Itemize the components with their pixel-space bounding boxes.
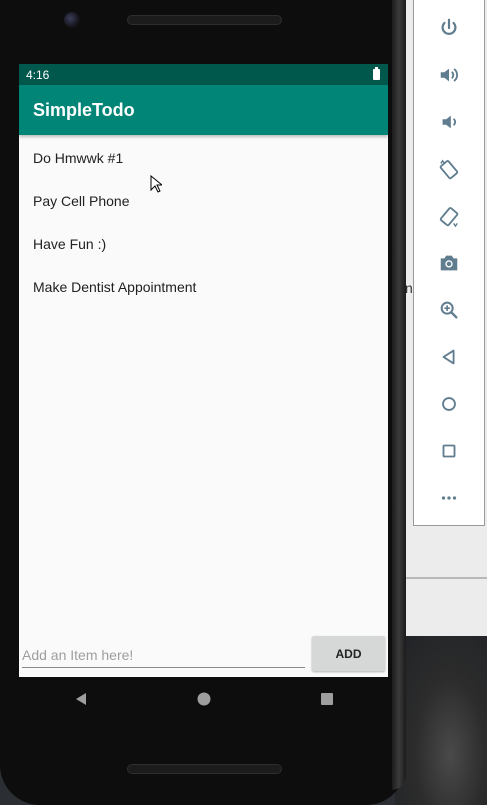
front-camera	[64, 12, 80, 28]
rotate-left-icon	[439, 159, 459, 180]
back-icon	[442, 349, 455, 365]
overview-button[interactable]	[414, 433, 484, 469]
camera-icon	[440, 255, 458, 271]
mouse-cursor-icon	[150, 175, 162, 193]
phone-frame: 4:16 SimpleTodo Do Hmwwk #1 Pay Cell Pho…	[0, 0, 406, 805]
nav-back-button[interactable]	[61, 679, 101, 719]
add-button[interactable]: ADD	[312, 636, 385, 671]
zoom-icon	[440, 301, 458, 319]
todo-list: Do Hmwwk #1 Pay Cell Phone Have Fun :) M…	[19, 135, 388, 308]
list-item-label: Do Hmwwk #1	[33, 149, 124, 166]
status-time: 4:16	[26, 67, 50, 82]
nav-recents-icon	[320, 693, 333, 705]
screenshot-button[interactable]	[414, 245, 484, 281]
nav-back-icon	[75, 693, 86, 705]
power-button[interactable]	[414, 10, 484, 46]
overview-icon	[442, 444, 456, 458]
list-item[interactable]: Make Dentist Appointment	[19, 265, 388, 308]
android-nav-bar	[19, 677, 388, 721]
volume-up-button[interactable]	[414, 57, 484, 93]
nav-home-button[interactable]	[184, 679, 224, 719]
more-button[interactable]	[414, 480, 484, 516]
nav-home-icon	[197, 692, 210, 706]
status-bar: 4:16	[19, 64, 388, 85]
list-item[interactable]: Pay Cell Phone	[19, 179, 388, 222]
list-item-label: Make Dentist Appointment	[33, 278, 197, 295]
desktop-wallpaper	[395, 636, 487, 805]
phone-screen: 4:16 SimpleTodo Do Hmwwk #1 Pay Cell Pho…	[19, 64, 388, 677]
back-button[interactable]	[414, 339, 484, 375]
volume-down-button[interactable]	[414, 104, 484, 140]
rotate-right-icon	[439, 207, 459, 227]
volume-down-icon	[442, 115, 456, 129]
nav-recents-button[interactable]	[307, 679, 347, 719]
volume-up-icon	[440, 68, 458, 82]
app-title: SimpleTodo	[33, 99, 135, 120]
add-item-row: ADD	[19, 633, 388, 677]
list-item[interactable]: Do Hmwwk #1	[19, 136, 388, 179]
top-speaker	[127, 15, 282, 25]
rotate-left-button[interactable]	[414, 151, 484, 187]
list-item[interactable]: Have Fun :)	[19, 222, 388, 265]
list-item-label: Pay Cell Phone	[33, 192, 130, 209]
phone-side-edge	[392, 0, 406, 790]
app-bar: SimpleTodo	[19, 85, 388, 135]
home-button[interactable]	[414, 386, 484, 422]
list-item-label: Have Fun :)	[33, 235, 107, 252]
home-icon	[442, 397, 456, 411]
desktop-text-fragment: n	[405, 280, 413, 296]
zoom-button[interactable]	[414, 292, 484, 328]
rotate-right-button[interactable]	[414, 198, 484, 234]
new-item-input[interactable]	[22, 643, 305, 668]
more-icon	[441, 496, 457, 500]
desktop-divider	[400, 577, 487, 579]
power-icon	[441, 18, 457, 35]
battery-icon	[373, 67, 380, 80]
emulator-toolbar	[413, 0, 485, 526]
bottom-speaker	[127, 764, 282, 774]
